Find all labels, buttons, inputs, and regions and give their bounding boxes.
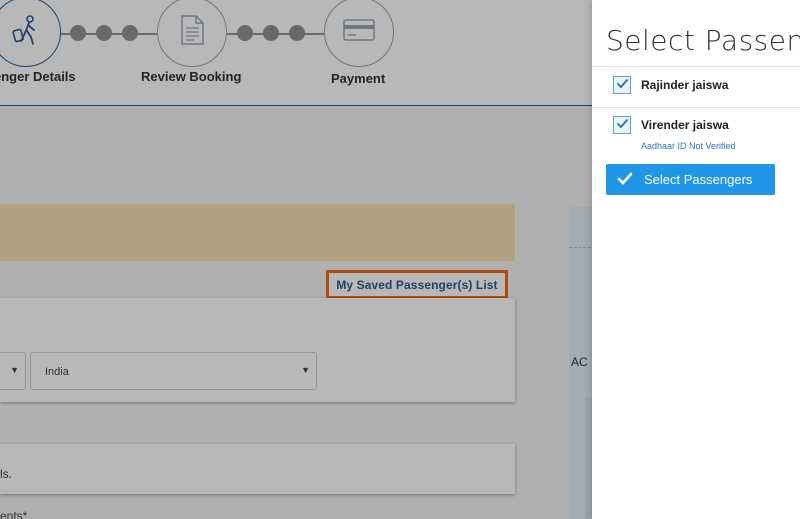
aadhaar-status-note: Aadhaar ID Not Verified	[641, 141, 736, 151]
checkbox-checked-icon	[616, 116, 629, 134]
passenger-checkbox[interactable]	[613, 76, 631, 94]
passenger-row[interactable]: Virender jaiswa Aadhaar ID Not Verified	[592, 107, 800, 155]
checkbox-checked-icon	[616, 76, 629, 94]
passenger-row[interactable]: Rajinder jaiswa	[592, 66, 800, 108]
check-icon	[617, 172, 633, 191]
select-passengers-panel: Select Passengers Rajinder jaiswa Virend…	[592, 0, 800, 519]
select-passengers-button[interactable]: Select Passengers	[606, 164, 775, 195]
passenger-name: Virender jaiswa	[641, 118, 729, 132]
select-passengers-button-label: Select Passengers	[644, 172, 753, 187]
passenger-name: Rajinder jaiswa	[641, 78, 729, 92]
panel-title: Select Passengers	[606, 24, 800, 57]
passenger-checkbox[interactable]	[613, 116, 631, 134]
